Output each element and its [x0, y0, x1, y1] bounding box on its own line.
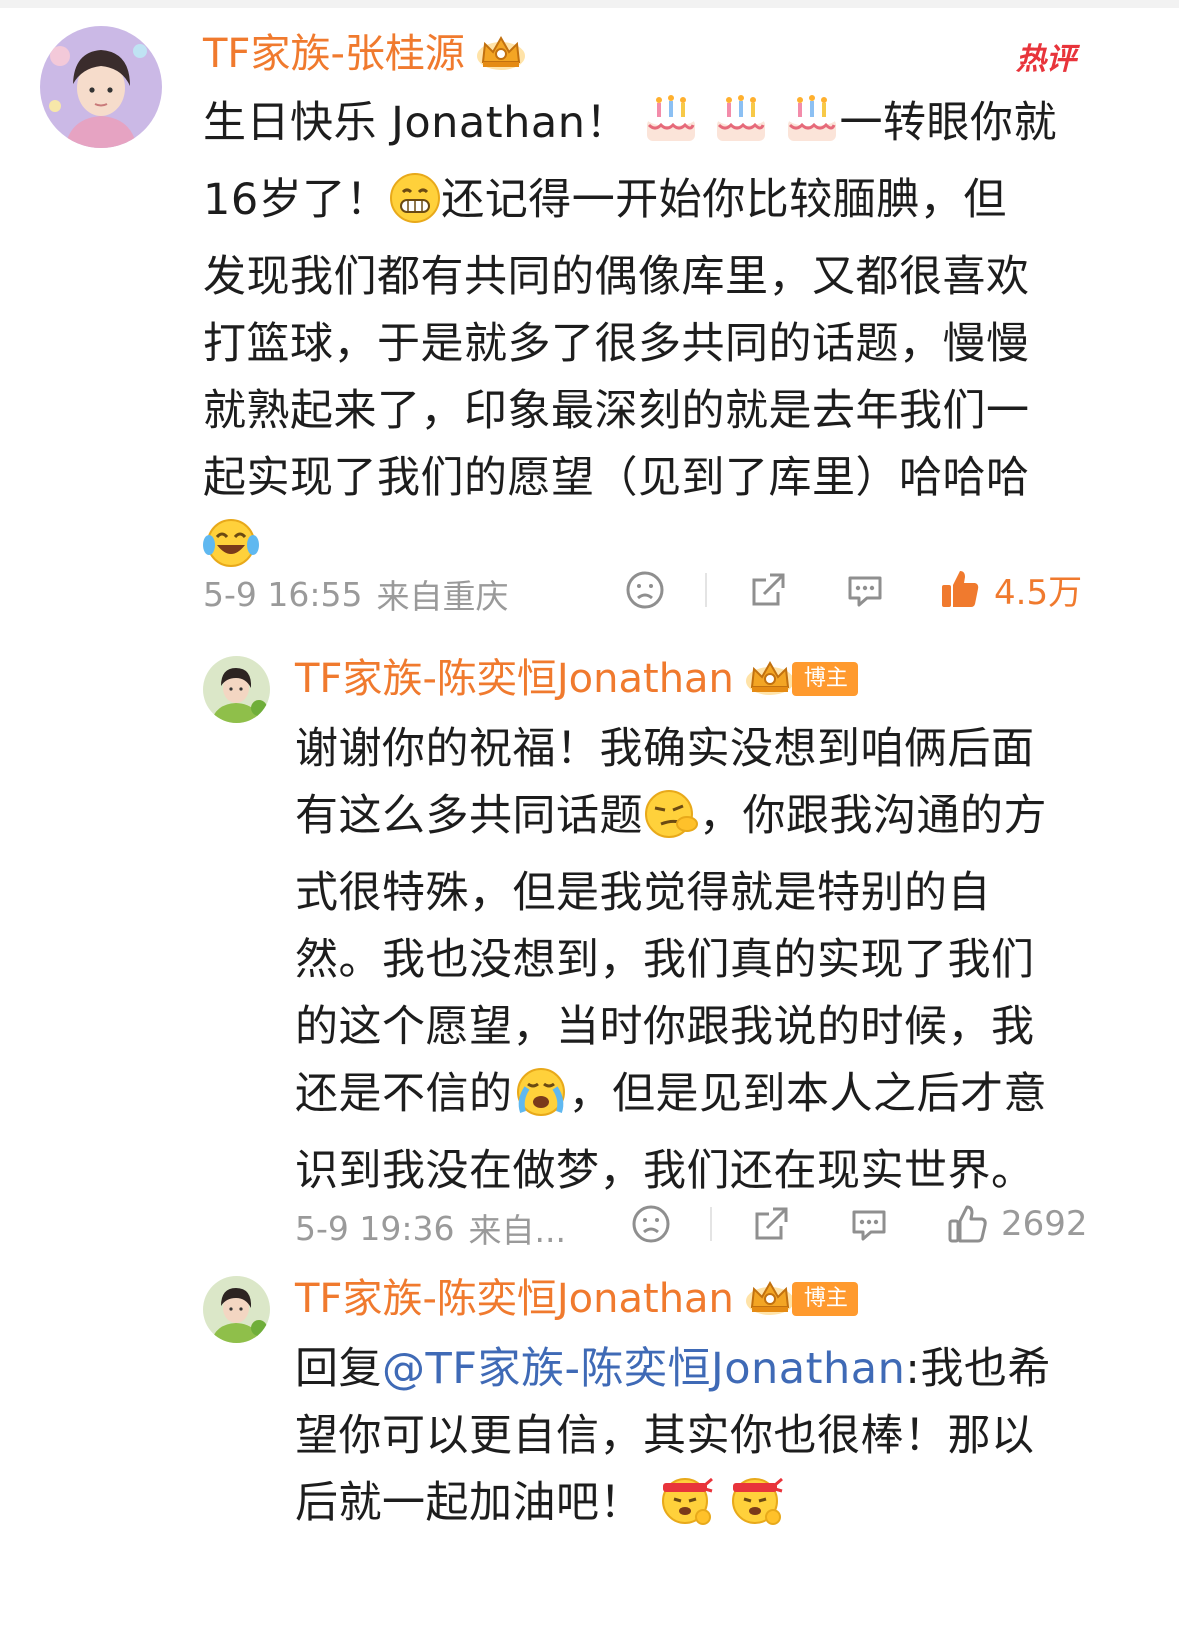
cry-emoji — [513, 1066, 569, 1138]
timestamp: 5-9 19:36 — [295, 1208, 455, 1248]
thumbs-up-icon — [948, 1205, 987, 1243]
avatar[interactable] — [40, 26, 162, 148]
reply-line-3: 后就一起加油吧！ — [295, 1470, 1155, 1547]
birthday-cake-emoji — [713, 95, 769, 167]
reply-line-7: 识到我没在做梦，我们还在现实世界。 — [295, 1146, 1035, 1196]
comment-line-4: 打篮球，于是就多了很多共同的话题，慢慢 — [203, 319, 1030, 369]
smirk-emoji — [643, 788, 699, 860]
top-separator — [0, 0, 1179, 8]
blogger-badge: 博主 — [791, 662, 858, 696]
username[interactable]: TF家族-陈奕恒Jonathan — [295, 655, 734, 703]
crown-badge-icon — [744, 1277, 796, 1321]
like-count: 4.5万 — [994, 572, 1083, 613]
reply-line-4: 然。我也没想到，我们真的实现了我们 — [295, 935, 1035, 985]
reply-line-6: 还是不信的 ，但是见到本人之后才意 — [295, 1061, 1155, 1138]
dislike-face-icon — [626, 571, 664, 609]
dislike-button[interactable] — [622, 570, 668, 610]
reply-line-3: 式很特殊，但是我觉得就是特别的自 — [295, 868, 991, 918]
divider — [710, 1207, 712, 1241]
hot-comment-tag: 热评 — [1016, 42, 1076, 77]
avatar[interactable] — [203, 1276, 270, 1343]
reply-text: 回复@TF家族-陈奕恒Jonathan:我也希 望你可以更自信，其实你也很棒！那… — [295, 1336, 1155, 1547]
dislike-button[interactable] — [628, 1204, 674, 1244]
comment-button[interactable] — [842, 570, 888, 610]
timestamp: 5-9 16:55 — [203, 574, 363, 614]
comment-line-1: 生日快乐 Jonathan！ 一转眼你就 — [203, 90, 1143, 167]
share-icon — [752, 573, 785, 606]
location: 来自重庆 — [376, 577, 509, 616]
like-button[interactable]: 2692 — [945, 1201, 1088, 1247]
dislike-face-icon — [632, 1205, 670, 1243]
divider — [705, 573, 707, 607]
reply-line-1: 谢谢你的祝福！我确实没想到咱俩后面 — [295, 724, 1035, 774]
username[interactable]: TF家族-陈奕恒Jonathan — [295, 1275, 734, 1323]
birthday-cake-emoji — [784, 95, 840, 167]
grin-emoji — [389, 172, 441, 244]
comment-line-5: 就熟起来了，印象最深刻的就是去年我们一 — [203, 386, 1030, 436]
reply-line-1: 回复@TF家族-陈奕恒Jonathan:我也希 — [295, 1344, 1051, 1394]
reply-line-5: 的这个愿望，当时你跟我说的时候，我 — [295, 1002, 1035, 1052]
blogger-badge: 博主 — [791, 1282, 858, 1316]
fighting-emoji — [727, 1471, 784, 1547]
reply-meta: 5-9 19:36 来自... — [295, 1204, 566, 1252]
comment-line-6: 起实现了我们的愿望（见到了库里）哈哈哈 — [203, 453, 1030, 503]
like-count: 2692 — [1001, 1204, 1088, 1244]
birthday-cake-emoji — [643, 95, 699, 167]
share-button[interactable] — [748, 1204, 794, 1244]
reply-line-2: 望你可以更自信，其实你也很棒！那以 — [295, 1411, 1035, 1461]
avatar[interactable] — [203, 656, 270, 723]
reply-line-2: 有这么多共同话题 ，你跟我沟通的方 — [295, 783, 1155, 860]
comment-line-2: 16岁了！ 还记得一开始你比较腼腆，但 — [203, 167, 1143, 244]
crown-badge-icon — [744, 657, 796, 701]
crown-badge-icon — [475, 32, 527, 76]
comment-line-3: 发现我们都有共同的偶像库里，又都很喜欢 — [203, 252, 1030, 302]
share-icon — [755, 1207, 788, 1240]
comment-bubble-icon — [848, 576, 882, 607]
mention-link[interactable]: @TF家族-陈奕恒Jonathan — [382, 1344, 905, 1394]
username[interactable]: TF家族-张桂源 — [203, 30, 465, 78]
share-button[interactable] — [745, 570, 791, 610]
comment-text: 生日快乐 Jonathan！ 一转眼你就 16岁了！ 还记得一开始你比较腼腆，但 … — [203, 90, 1143, 589]
thumbs-up-icon — [942, 571, 979, 607]
comment-meta: 5-9 16:55 来自重庆 — [203, 570, 509, 618]
location: 来自... — [468, 1211, 566, 1250]
fighting-emoji — [657, 1471, 714, 1547]
reply-text: 谢谢你的祝福！我确实没想到咱俩后面 有这么多共同话题 ，你跟我沟通的方 式很特殊，… — [295, 716, 1155, 1205]
comment-bubble-icon — [852, 1210, 886, 1241]
comment-button[interactable] — [846, 1204, 892, 1244]
like-button[interactable]: 4.5万 — [938, 566, 1083, 613]
